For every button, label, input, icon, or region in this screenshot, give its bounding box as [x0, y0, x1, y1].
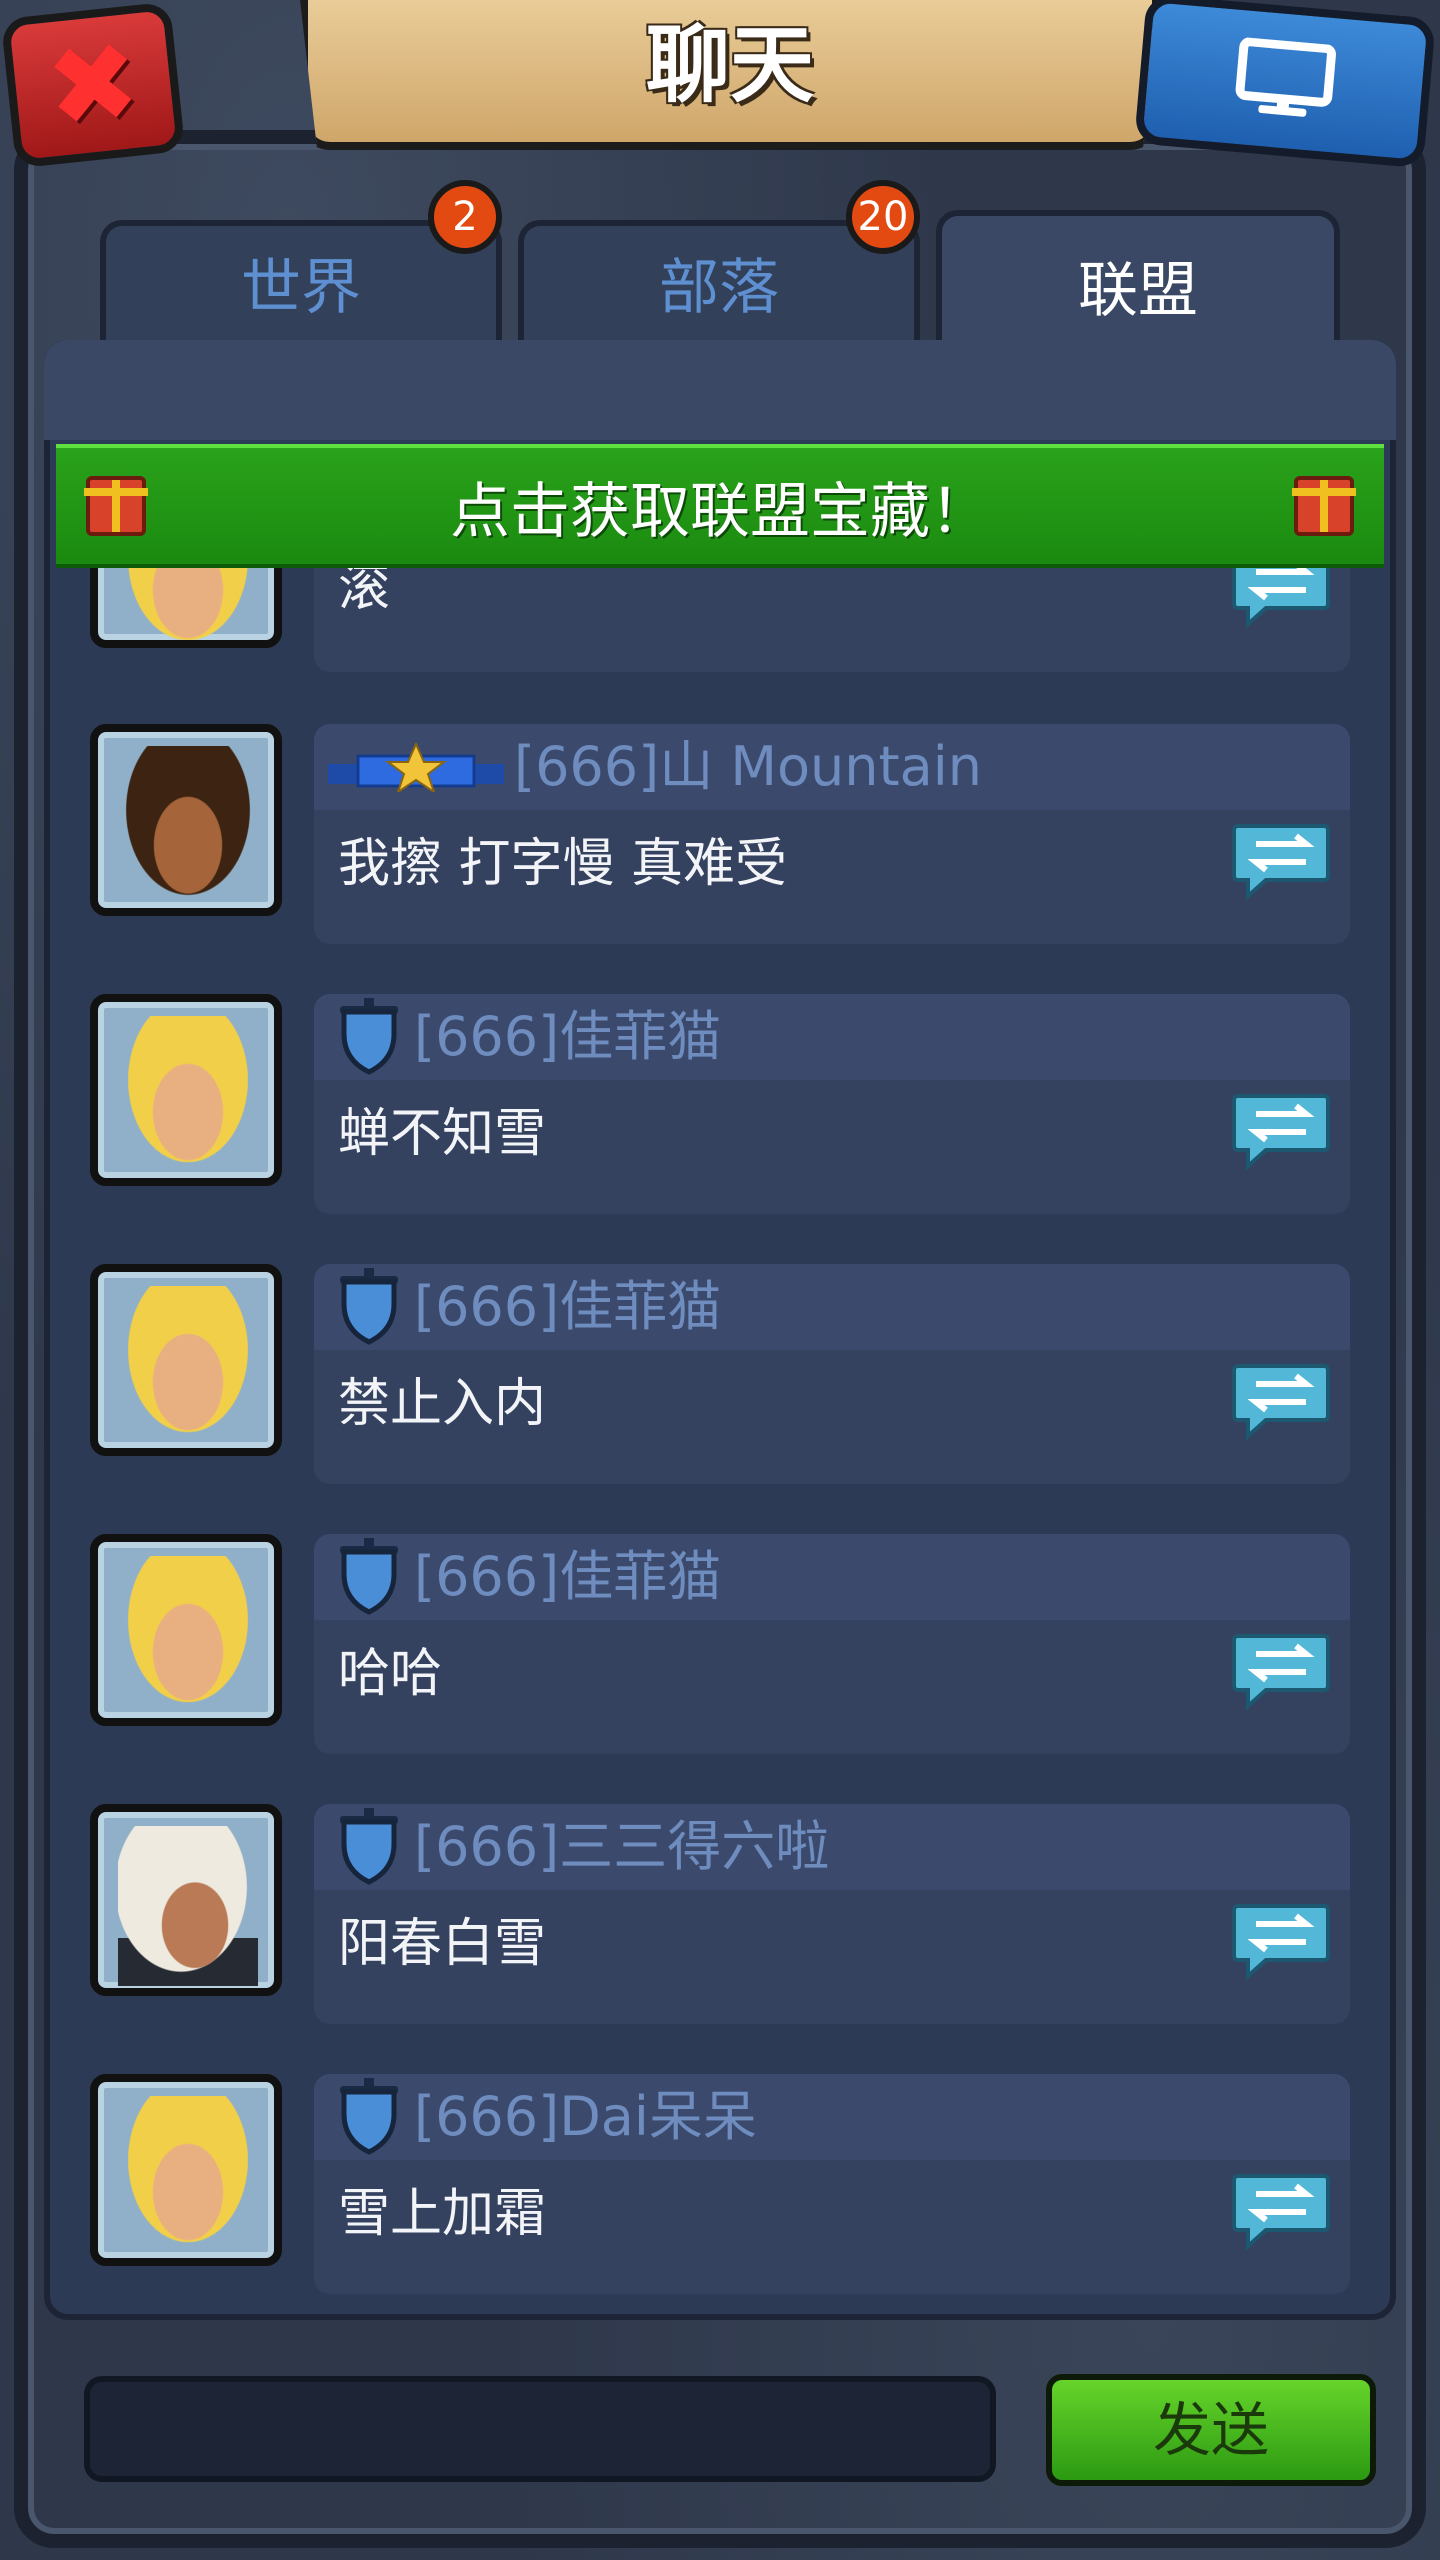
reply-icon[interactable] — [1232, 2170, 1330, 2250]
rank-banner-star-icon — [328, 742, 504, 792]
reply-icon[interactable] — [1232, 1360, 1330, 1440]
avatar[interactable] — [90, 1534, 282, 1726]
chat-panel-header — [44, 340, 1396, 440]
sender-name[interactable]: [666]三三得六啦 — [414, 1804, 829, 1890]
tab-label: 部落 — [659, 253, 779, 323]
send-button[interactable]: 发送 — [1046, 2374, 1376, 2486]
sender-name[interactable]: [666]佳菲猫 — [414, 994, 721, 1080]
list-item[interactable]: [666]佳菲猫 蝉不知雪 — [90, 994, 1350, 1214]
reply-icon[interactable] — [1232, 820, 1330, 900]
notification-badge: 20 — [846, 180, 920, 254]
tab-alliance[interactable]: 联盟 — [936, 210, 1340, 350]
avatar[interactable] — [90, 2074, 282, 2266]
tab-label: 世界 — [241, 253, 361, 323]
rank-shield-icon — [340, 2078, 398, 2155]
close-icon: ✖ — [40, 16, 146, 154]
message-text: 禁止入内 — [338, 1374, 547, 1434]
message-header: [666]三三得六啦 — [314, 1804, 1350, 1890]
chat-input[interactable] — [84, 2376, 996, 2482]
message-header: [666]佳菲猫 — [314, 1264, 1350, 1350]
rank-shield-icon — [340, 1808, 398, 1885]
avatar[interactable] — [90, 1264, 282, 1456]
white-hair-face — [118, 1826, 258, 1986]
rank-shield-icon — [340, 1538, 398, 1615]
message-header: [666]佳菲猫 — [314, 994, 1350, 1080]
banner-text: 点击获取联盟宝藏！ — [450, 476, 990, 547]
message-bubble: [666]山 Mountain 我擦 打字慢 真难受 — [314, 724, 1350, 944]
avatar[interactable] — [90, 724, 282, 916]
list-item[interactable]: [666]佳菲猫 禁止入内 — [90, 1264, 1350, 1484]
blonde-face — [118, 1286, 258, 1446]
message-header: [666]山 Mountain — [314, 724, 1350, 810]
page-title: 聊天 — [645, 16, 814, 114]
notification-badge: 2 — [428, 180, 502, 254]
blonde-face — [118, 2096, 258, 2256]
list-item[interactable]: [666]Dai呆呆 雪上加霜 — [90, 2074, 1350, 2294]
message-bubble: [666]佳菲猫 蝉不知雪 — [314, 994, 1350, 1214]
message-text: 蝉不知雪 — [338, 1104, 547, 1164]
message-header: [666]佳菲猫 — [314, 1534, 1350, 1620]
list-item[interactable]: [666]山 Mountain 我擦 打字慢 真难受 — [90, 724, 1350, 944]
message-bubble: [666]佳菲猫 禁止入内 — [314, 1264, 1350, 1484]
reply-icon[interactable] — [1232, 1900, 1330, 1980]
message-bubble: [666]佳菲猫 哈哈 — [314, 1534, 1350, 1754]
screen-button[interactable] — [1134, 0, 1436, 169]
list-item[interactable]: [666]三三得六啦 阳春白雪 — [90, 1804, 1350, 2024]
sender-name[interactable]: [666]山 Mountain — [514, 724, 982, 810]
sender-name[interactable]: [666]Dai呆呆 — [414, 2074, 757, 2160]
list-item[interactable]: [666]佳菲猫 哈哈 — [90, 1534, 1350, 1754]
sender-name[interactable]: [666]佳菲猫 — [414, 1264, 721, 1350]
message-text: 我擦 打字慢 真难受 — [338, 834, 788, 894]
reply-icon[interactable] — [1232, 1630, 1330, 1710]
monitor-icon — [1235, 37, 1336, 117]
rank-shield-icon — [340, 998, 398, 1075]
message-text: 哈哈 — [338, 1644, 443, 1704]
dark-face — [118, 746, 258, 906]
blonde-face — [118, 1556, 258, 1716]
rank-shield-icon — [340, 1268, 398, 1345]
message-header: [666]Dai呆呆 — [314, 2074, 1350, 2160]
blonde-face — [118, 1016, 258, 1176]
sender-name[interactable]: [666]佳菲猫 — [414, 1534, 721, 1620]
avatar[interactable] — [90, 1804, 282, 1996]
alliance-treasure-banner[interactable]: 点击获取联盟宝藏！ — [56, 444, 1384, 568]
reply-icon[interactable] — [1232, 1090, 1330, 1170]
message-bubble: [666]Dai呆呆 雪上加霜 — [314, 2074, 1350, 2294]
message-text: 雪上加霜 — [338, 2184, 547, 2244]
tab-label: 联盟 — [1078, 256, 1198, 326]
close-button[interactable]: ✖ — [0, 1, 186, 169]
gift-icon — [1292, 476, 1356, 536]
gift-icon — [84, 476, 148, 536]
avatar[interactable] — [90, 994, 282, 1186]
message-text: 阳春白雪 — [338, 1914, 547, 1974]
message-bubble: [666]三三得六啦 阳春白雪 — [314, 1804, 1350, 2024]
